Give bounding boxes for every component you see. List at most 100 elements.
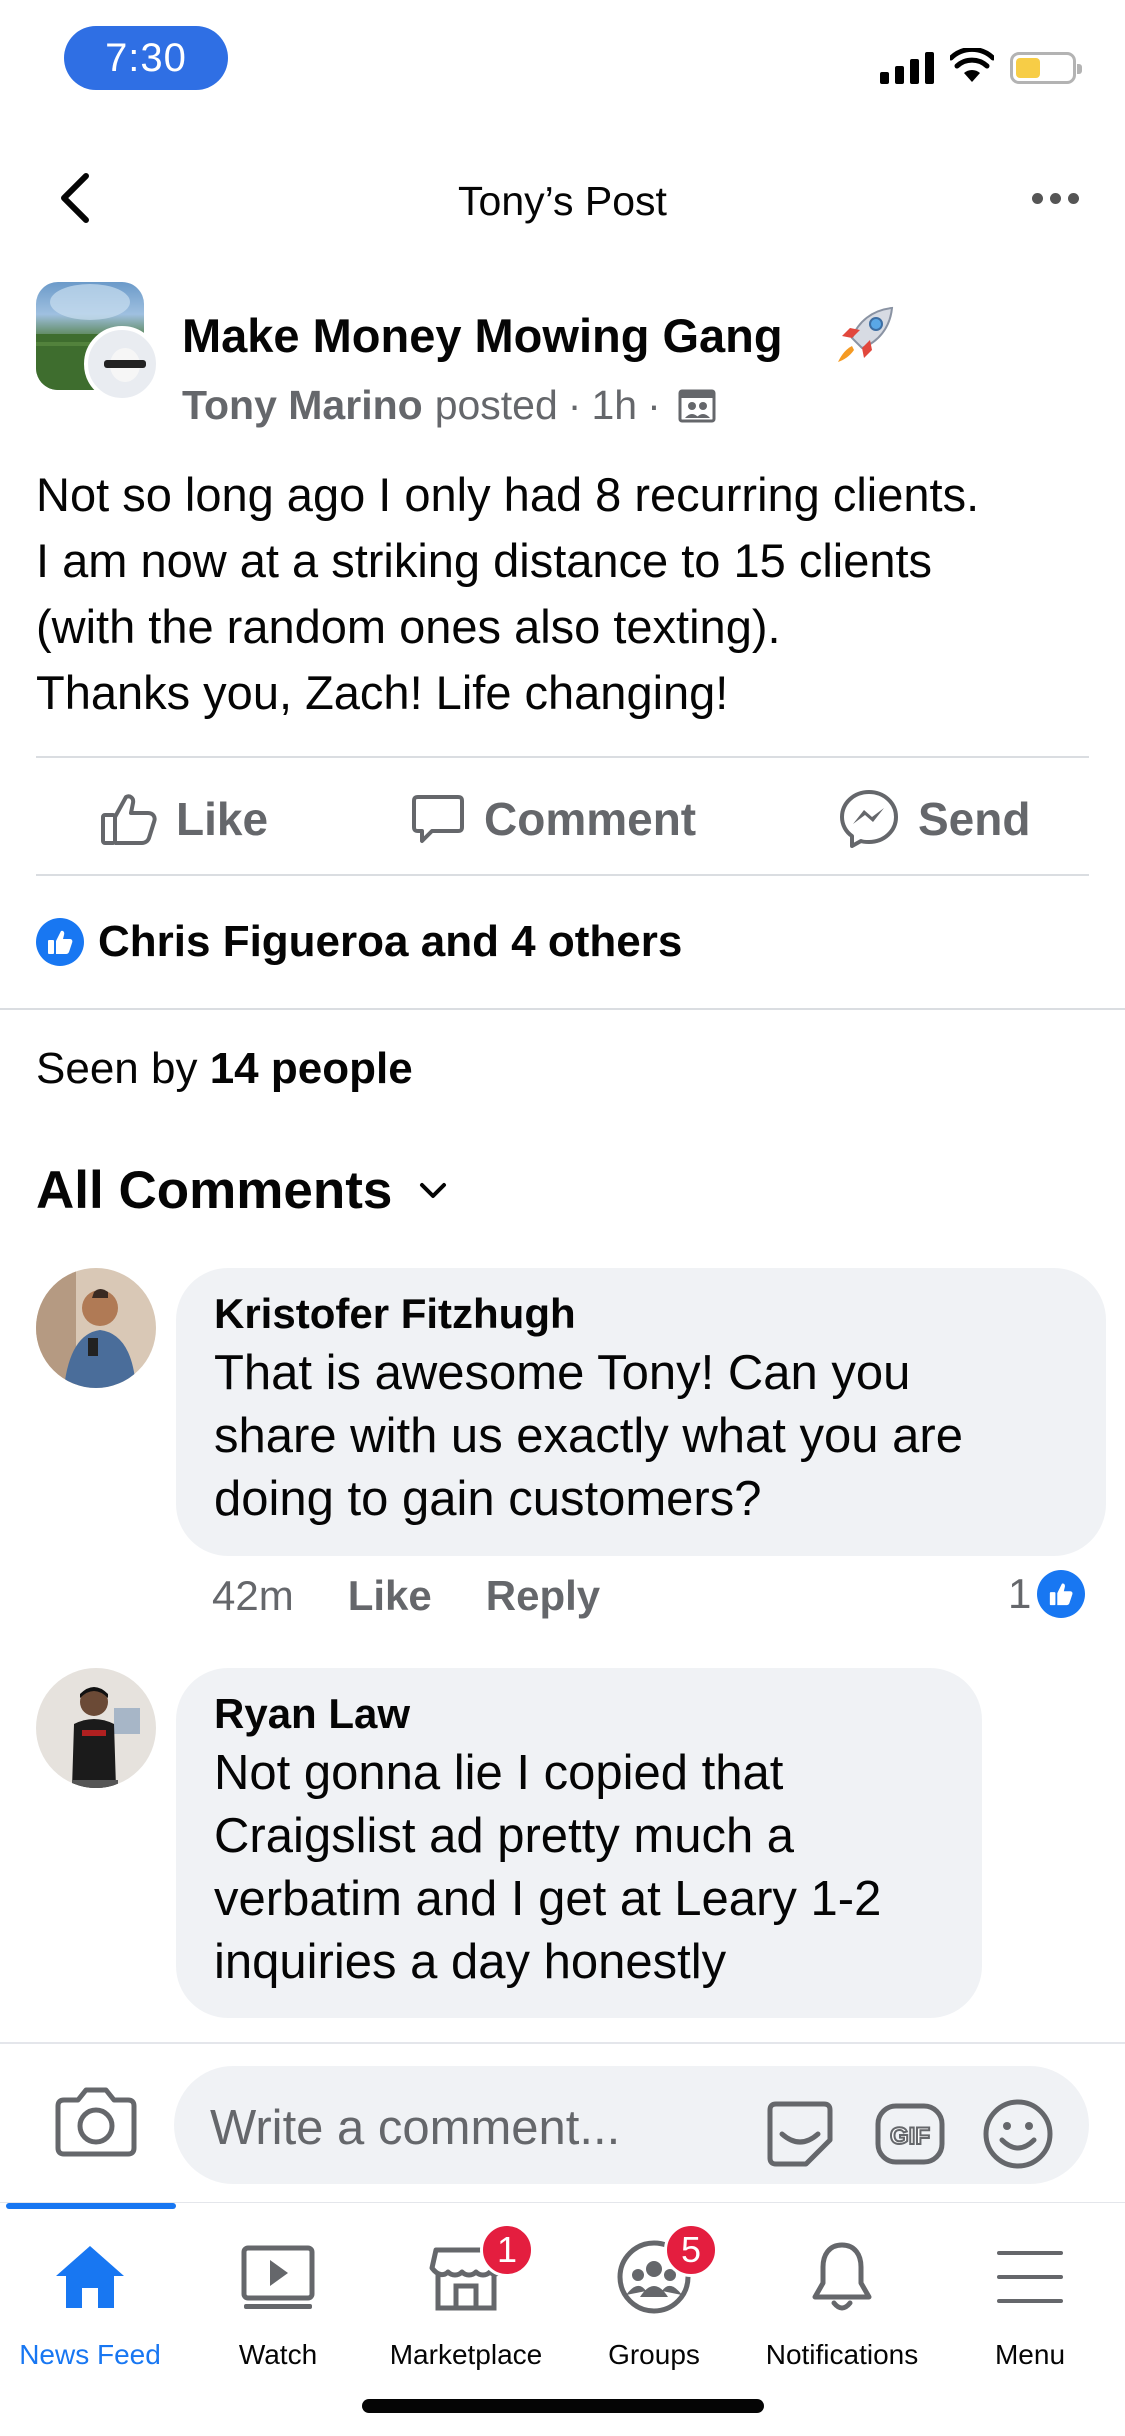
post-header: Make Money Mowing Gang Tony Marino poste… — [36, 282, 1086, 428]
comment-meta: 42m Like Reply — [212, 1572, 654, 1620]
active-tab-indicator — [6, 2203, 176, 2209]
tab-label: News Feed — [19, 2339, 161, 2370]
comment: Kristofer Fitzhugh That is awesome Tony!… — [36, 1268, 1106, 1668]
comment-reaction-number: 1 — [1008, 1570, 1032, 1617]
tab-notifications[interactable]: Notifications — [748, 2229, 936, 2379]
messenger-icon — [840, 790, 898, 848]
comment-like-button[interactable]: Like — [348, 1572, 432, 1620]
comments-filter-dropdown[interactable]: All Comments — [36, 1160, 448, 1221]
more-options-button[interactable] — [1020, 168, 1090, 228]
comment-text-line: Not gonna lie I copied that — [214, 1746, 784, 1800]
like-button[interactable]: Like — [100, 784, 268, 854]
tab-label: Menu — [994, 2339, 1066, 2370]
like-label: Like — [176, 793, 269, 845]
comment-bubble-icon — [412, 795, 464, 843]
comment-text-line: verbatim and I get at Leary 1-2 — [214, 1872, 882, 1926]
emoji-icon[interactable] — [980, 2096, 1056, 2172]
send-label: Send — [918, 793, 1031, 845]
post-author[interactable]: Tony Marino — [182, 382, 423, 429]
post-body-line: I am now at a striking distance to 15 cl… — [36, 534, 933, 587]
comment-text-line: doing to gain customers? — [214, 1472, 762, 1526]
comment-label: Comment — [484, 793, 697, 845]
tab-news-feed[interactable]: News Feed — [0, 2229, 184, 2379]
comment-text: That is awesome Tony! Can you share with… — [214, 1342, 1068, 1531]
status-time: 7:30 — [64, 26, 228, 90]
rocket-emoji-icon — [838, 306, 894, 362]
comments-filter-label: All Comments — [36, 1161, 393, 1220]
group-audience-icon — [678, 389, 716, 422]
commenter-avatar[interactable] — [36, 1668, 156, 1788]
sticker-icon[interactable] — [762, 2096, 838, 2172]
post-body-line: (with the random ones also texting). — [36, 600, 781, 653]
group-name[interactable]: Make Money Mowing Gang — [182, 308, 783, 363]
thumbs-up-icon — [101, 794, 157, 845]
comment-input[interactable]: Write a comment... GIF — [174, 2066, 1089, 2184]
comment-text-line: That is awesome Tony! Can you — [214, 1346, 911, 1400]
seen-by-prefix: Seen by — [36, 1044, 198, 1093]
meta-separator: · — [567, 382, 582, 428]
like-reaction-icon — [36, 918, 84, 966]
battery-icon — [1010, 52, 1082, 84]
bottom-tab-bar: News Feed Watch 1 Marketplace 5 Groups N… — [0, 2202, 1125, 2436]
notification-badge: 1 — [480, 2223, 534, 2277]
page-title: Tony’s Post — [458, 178, 667, 224]
svg-text:GIF: GIF — [890, 2123, 930, 2150]
seen-by[interactable]: Seen by 14 people — [36, 1044, 413, 1094]
chevron-down-icon — [420, 1182, 447, 1198]
home-indicator[interactable] — [362, 2399, 764, 2413]
comment-text-line: Craigslist ad pretty much a — [214, 1809, 795, 1863]
post-body: Not so long ago I only had 8 recurring c… — [36, 462, 1096, 726]
send-button[interactable]: Send — [838, 784, 1030, 854]
comment-text-line: inquiries a day honestly — [214, 1935, 727, 1989]
divider — [36, 874, 1089, 876]
menu-icon — [997, 2251, 1063, 2303]
wifi-icon — [950, 48, 994, 82]
post-age[interactable]: 1h — [591, 382, 637, 429]
seen-by-count: 14 people — [209, 1044, 413, 1093]
post-meta: Tony Marino posted · 1h · — [182, 382, 717, 429]
post-actions: Like Comment Send — [0, 770, 1125, 870]
post-body-line: Not so long ago I only had 8 recurring c… — [36, 468, 980, 521]
comment-text-line: share with us exactly what you are — [214, 1409, 963, 1463]
tab-groups[interactable]: 5 Groups — [560, 2223, 748, 2379]
tab-label: Watch — [238, 2339, 318, 2370]
home-icon — [56, 2246, 124, 2308]
comment-author[interactable]: Ryan Law — [214, 1690, 944, 1738]
tab-label: Notifications — [765, 2339, 919, 2370]
more-dots-icon — [1031, 192, 1043, 204]
tab-watch[interactable]: Watch — [184, 2229, 372, 2379]
comment-input-placeholder: Write a comment... — [210, 2101, 621, 2155]
tab-label: Marketplace — [389, 2339, 543, 2370]
comment-author[interactable]: Kristofer Fitzhugh — [214, 1290, 1068, 1338]
tab-label: Groups — [608, 2339, 700, 2370]
tab-marketplace[interactable]: 1 Marketplace — [372, 2223, 560, 2379]
post-body-line: Thanks you, Zach! Life changing! — [36, 666, 729, 719]
comment-bubble[interactable]: Kristofer Fitzhugh That is awesome Tony!… — [176, 1268, 1106, 1556]
divider — [0, 1008, 1125, 1010]
notification-badge: 5 — [664, 2223, 718, 2277]
comment-text: Not gonna lie I copied that Craigslist a… — [214, 1742, 944, 1994]
posted-label: posted — [434, 382, 558, 428]
author-avatar[interactable] — [84, 326, 160, 402]
comment-bubble[interactable]: Ryan Law Not gonna lie I copied that Cra… — [176, 1668, 982, 2018]
reactions-summary-text: Chris Figueroa and 4 others — [98, 917, 683, 966]
top-nav-bar: Tony’s Post — [0, 150, 1125, 250]
bell-icon — [812, 2242, 872, 2311]
tab-menu[interactable]: Menu — [936, 2229, 1124, 2379]
gif-icon[interactable]: GIF — [872, 2096, 948, 2172]
comment-reply-button[interactable]: Reply — [486, 1572, 600, 1620]
divider — [36, 756, 1089, 758]
commenter-avatar[interactable] — [36, 1268, 156, 1388]
video-icon — [241, 2245, 315, 2309]
cellular-signal-icon — [880, 52, 934, 84]
comment-reaction-count[interactable]: 1 — [1008, 1570, 1086, 1618]
like-reaction-icon — [1037, 1570, 1086, 1618]
camera-icon[interactable] — [54, 2084, 138, 2158]
comment: Ryan Law Not gonna lie I copied that Cra… — [36, 1668, 1096, 2038]
reactions-summary[interactable]: Chris Figueroa and 4 others — [36, 912, 682, 972]
status-bar: 7:30 — [0, 0, 1125, 120]
comment-button[interactable]: Comment — [410, 784, 696, 854]
comment-composer: Write a comment... GIF — [0, 2042, 1125, 2202]
comment-time: 42m — [212, 1572, 294, 1619]
meta-separator-2: · — [647, 382, 661, 428]
